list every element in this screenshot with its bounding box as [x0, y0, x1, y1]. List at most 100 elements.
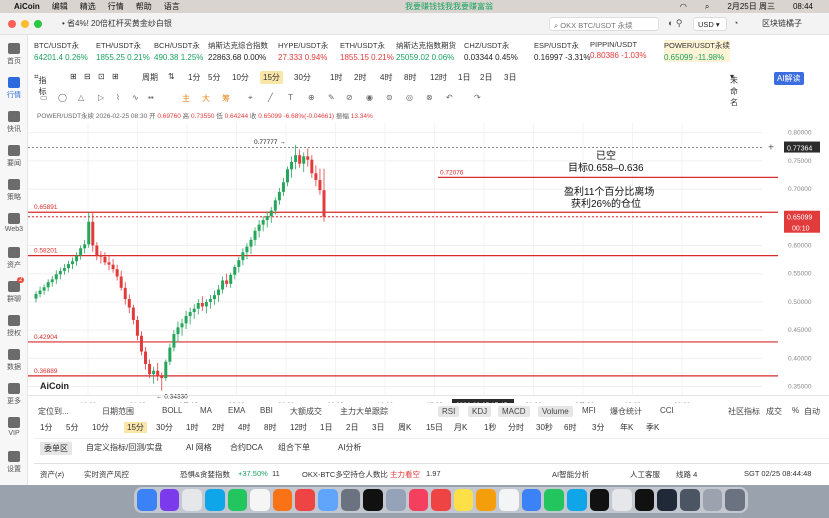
bottom2-item-18[interactable]: 30秒 [536, 422, 553, 433]
dock-app-icon[interactable] [612, 489, 632, 511]
period-4[interactable]: 30分 [294, 72, 311, 83]
layout-icon[interactable]: ⊞ [70, 72, 77, 81]
ticker-3[interactable]: 纳斯达克综合指数 22863.68 0.00% [208, 40, 268, 62]
period-5[interactable]: 1时 [330, 72, 342, 83]
ticker-9[interactable]: PIPPIN/USDT 0.80386 -1.03% [590, 40, 647, 60]
dock-app-icon[interactable] [431, 489, 451, 511]
arrow-tool-icon[interactable]: ▷ [98, 93, 104, 102]
bottom2-item-12[interactable]: 3日 [372, 422, 384, 433]
bottom1-item-10[interactable]: MACD [498, 406, 530, 417]
sidebar-item-10[interactable]: 更多 [0, 383, 28, 406]
promo-banner[interactable]: • 省4%! 20倍杠杆买黄金纱白银 [62, 18, 172, 29]
bottom1-item-18[interactable]: 自动 [804, 406, 820, 417]
lock-icon[interactable]: ⊜ [386, 93, 393, 102]
menu-app-name[interactable]: AiCoin [14, 2, 40, 11]
symbol-search-input[interactable]: ⌕ OKX BTC/USDT 永续 [549, 17, 659, 31]
bottom1-item-9[interactable]: KDJ [468, 406, 492, 417]
bottom2-item-10[interactable]: 1日 [320, 422, 332, 433]
dock-app-icon[interactable] [137, 489, 157, 511]
bottom1-item-1[interactable]: 日期范围 [102, 406, 134, 417]
wifi-icon[interactable]: ◠ [680, 2, 687, 11]
bottom3-item-3[interactable]: 合约DCA [230, 442, 263, 453]
dock-app-icon[interactable] [589, 489, 610, 511]
dock-app-icon[interactable] [453, 489, 474, 511]
ticker-5[interactable]: ETH/USDT永 1855.15 0.21% [340, 40, 394, 62]
dock-app-icon[interactable] [566, 489, 587, 511]
sidebar-item-7[interactable]: 群聊 2 [0, 277, 28, 304]
bottom3-item-1[interactable]: 自定义指标/回测/实盘 [86, 442, 162, 453]
period-9[interactable]: 12时 [430, 72, 447, 83]
bottom2-item-4[interactable]: 30分 [156, 422, 173, 433]
bottom3-item-0[interactable]: 委单区 [40, 442, 72, 455]
bottom2-item-21[interactable]: 年K [620, 422, 633, 433]
dock-app-icon[interactable] [521, 489, 542, 511]
period-11[interactable]: 2日 [480, 72, 492, 83]
curve-tool-icon[interactable]: ∿ [132, 93, 139, 102]
zoom-window-button[interactable] [34, 20, 42, 28]
bottom2-item-20[interactable]: 3分 [592, 422, 604, 433]
candlestick-chart[interactable]: 0.800000.750000.700000.650000.600000.550… [28, 123, 829, 403]
dock-app-icon[interactable] [544, 489, 564, 511]
bottom2-item-11[interactable]: 2日 [346, 422, 358, 433]
sidebar-item-8[interactable]: 授权 [0, 315, 28, 338]
main-force-toggle[interactable]: 主 [182, 93, 190, 104]
bottom1-item-15[interactable]: 社区指标 [728, 406, 760, 417]
pin-icon[interactable]: ⊡ [98, 72, 105, 81]
bottom2-item-5[interactable]: 1时 [186, 422, 198, 433]
sidebar-item-6[interactable]: 资产 [0, 247, 28, 270]
ticker-6[interactable]: 纳斯达克指数期货 25059.02 0.06% [396, 40, 456, 62]
bottom1-item-0[interactable]: 定位到... [38, 406, 69, 417]
bottom2-item-3[interactable]: 15分 [124, 422, 147, 433]
dock-app-icon[interactable] [725, 489, 745, 511]
bottom1-item-16[interactable]: 成交 [766, 406, 782, 417]
sidebar-item-0[interactable]: 首页 [0, 43, 28, 66]
dock-app-icon[interactable] [702, 489, 723, 511]
ai-analysis-button[interactable]: AI智能分析 [552, 469, 589, 480]
ticker-8[interactable]: ESP/USDT永 0.16997 -3.31% [534, 40, 591, 62]
cross-icon[interactable]: ⊗ [426, 93, 433, 102]
sidebar-item-12[interactable]: 设置 [0, 451, 28, 474]
ticker-7[interactable]: CHZ/USDT永 0.03344 0.45% [464, 40, 518, 62]
measure-tool-icon[interactable]: ⊕ [308, 93, 315, 102]
bottom2-item-17[interactable]: 分时 [508, 422, 524, 433]
period-12[interactable]: 3日 [504, 72, 516, 83]
dock-app-icon[interactable] [408, 489, 429, 511]
bottom2-item-16[interactable]: 1秒 [484, 422, 496, 433]
period-8[interactable]: 8时 [404, 72, 416, 83]
layout-name[interactable]: 未命名 ▾ [730, 72, 738, 107]
ticker-4[interactable]: HYPE/USDT永 27.333 0.94% [278, 40, 328, 62]
ticker-0[interactable]: BTC/USDT永 64201.4 0.26% [34, 40, 88, 62]
undo-icon[interactable]: ↶ [446, 93, 453, 102]
user-account[interactable]: 区块链橘子 [762, 18, 802, 29]
dock-app-icon[interactable] [227, 489, 248, 511]
currency-select[interactable]: USD ▾ [693, 17, 727, 31]
path-tool-icon[interactable]: ⌇ [116, 93, 120, 102]
notification-icon[interactable]: ◔ [733, 18, 738, 28]
text-tool-icon[interactable]: T [288, 93, 293, 102]
bottom1-item-4[interactable]: EMA [228, 406, 245, 415]
dock-app-icon[interactable] [295, 489, 315, 511]
dock-app-icon[interactable] [250, 489, 270, 511]
chat-icon[interactable]: ◐ ⚲ [668, 18, 683, 29]
bottom1-item-7[interactable]: 主力大单跟踪 [340, 406, 388, 417]
pencil-icon[interactable]: ✎ [328, 93, 335, 102]
bottom1-item-6[interactable]: 大额成交 [290, 406, 322, 417]
bottom1-item-8[interactable]: RSI [438, 406, 460, 417]
bottom1-item-11[interactable]: Volume [538, 406, 573, 417]
line-selector[interactable]: 线路 4 [676, 469, 697, 480]
bottom2-item-19[interactable]: 6时 [564, 422, 576, 433]
asset-label[interactable]: 资产(≠) [40, 469, 64, 480]
bottom2-item-1[interactable]: 5分 [66, 422, 78, 433]
bottom1-item-17[interactable]: % [792, 406, 799, 415]
bottom2-item-9[interactable]: 12时 [290, 422, 307, 433]
magnet-icon[interactable]: ◉ [366, 93, 373, 102]
search-icon[interactable]: ⌕ [705, 2, 709, 12]
bottom2-item-8[interactable]: 8时 [264, 422, 276, 433]
bottom3-item-5[interactable]: AI分析 [338, 442, 362, 453]
rect-tool-icon[interactable]: ▭ [40, 93, 48, 102]
bottom2-item-15[interactable]: 月K [454, 422, 467, 433]
ticker-2[interactable]: BCH/USDT永 490.38 1.25% [154, 40, 203, 62]
period-10[interactable]: 1日 [458, 72, 470, 83]
bottom2-item-14[interactable]: 15日 [426, 422, 443, 433]
dock-app-icon[interactable] [340, 489, 361, 511]
